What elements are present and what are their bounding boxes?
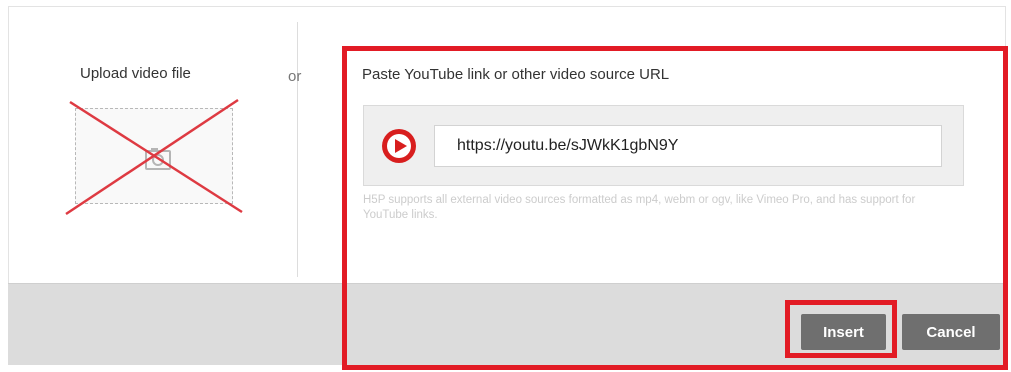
insert-button[interactable]: Insert (801, 314, 886, 350)
youtube-play-icon (382, 129, 416, 163)
cancel-button[interactable]: Cancel (902, 314, 1000, 350)
or-label: or (288, 68, 302, 85)
upload-title: Upload video file (80, 65, 191, 82)
url-section-title: Paste YouTube link or other video source… (362, 66, 670, 83)
section-divider (297, 22, 298, 277)
video-url-input[interactable] (434, 125, 942, 167)
support-info-text: H5P supports all external video sources … (363, 194, 916, 221)
image-upload-icon (145, 148, 171, 170)
